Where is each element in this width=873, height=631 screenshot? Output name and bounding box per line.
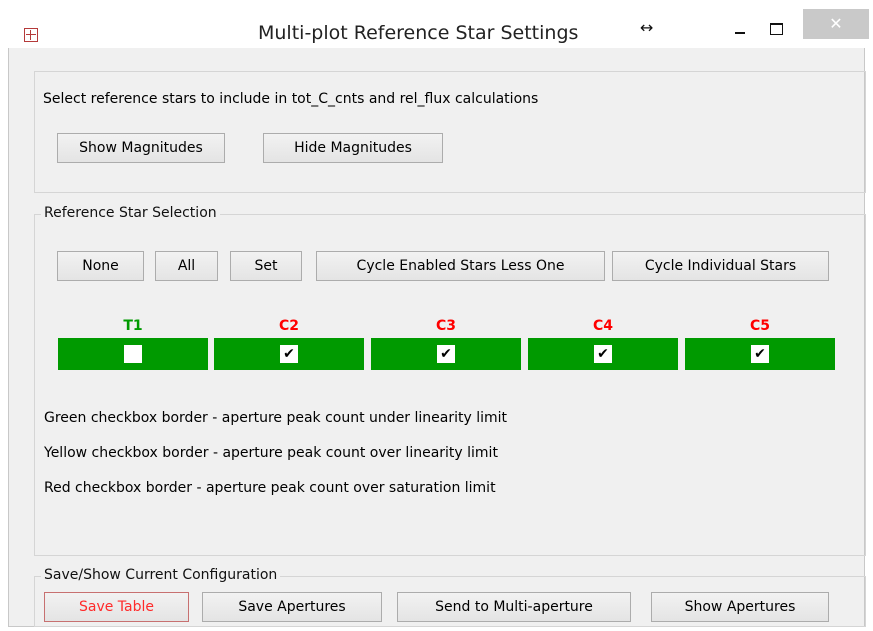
star-cell-c5: ✔ bbox=[685, 338, 835, 370]
instruction-text: Select reference stars to include in tot… bbox=[43, 91, 539, 107]
star-label-c3: C3 bbox=[435, 318, 456, 334]
show-magnitudes-button[interactable]: Show Magnitudes bbox=[57, 133, 225, 163]
star-label-c4: C4 bbox=[592, 318, 613, 334]
star-cell-c4: ✔ bbox=[528, 338, 678, 370]
close-icon: ✕ bbox=[829, 14, 843, 33]
legend-note-yellow: Yellow checkbox border - aperture peak c… bbox=[44, 445, 498, 461]
reference-star-selection-panel: Reference Star Selection None All Set Cy… bbox=[34, 205, 866, 556]
star-cell-c2: ✔ bbox=[214, 338, 364, 370]
all-button[interactable]: All bbox=[155, 251, 218, 281]
minimize-icon bbox=[735, 32, 745, 34]
star-checkbox-c3[interactable]: ✔ bbox=[437, 345, 455, 363]
minimize-button[interactable] bbox=[720, 14, 758, 44]
star-checkbox-c2[interactable]: ✔ bbox=[280, 345, 298, 363]
save-apertures-button[interactable]: Save Apertures bbox=[202, 592, 382, 622]
star-checkbox-t1[interactable] bbox=[124, 345, 142, 363]
legend-note-green: Green checkbox border - aperture peak co… bbox=[44, 410, 508, 426]
maximize-button[interactable] bbox=[757, 14, 797, 44]
maximize-icon bbox=[770, 23, 783, 35]
save-panel-legend: Save/Show Current Configuration bbox=[41, 567, 281, 583]
save-table-button[interactable]: Save Table bbox=[44, 592, 189, 622]
star-cell-c3: ✔ bbox=[371, 338, 521, 370]
save-show-configuration-panel: Save/Show Current Configuration Save Tab… bbox=[34, 567, 866, 627]
title-bar[interactable]: Multi-plot Reference Star Settings ↔ ✕ bbox=[0, 0, 873, 48]
star-label-t1: T1 bbox=[123, 318, 143, 334]
dialog-body: Select reference stars to include in tot… bbox=[8, 48, 866, 627]
show-apertures-button[interactable]: Show Apertures bbox=[651, 592, 829, 622]
horizontal-resize-icon: ↔ bbox=[640, 18, 654, 37]
window-title: Multi-plot Reference Star Settings bbox=[258, 22, 579, 44]
plot-app-icon bbox=[24, 28, 38, 42]
send-to-multi-aperture-button[interactable]: Send to Multi-aperture bbox=[397, 592, 631, 622]
hide-magnitudes-button[interactable]: Hide Magnitudes bbox=[263, 133, 443, 163]
close-button[interactable]: ✕ bbox=[803, 9, 869, 39]
selection-panel-legend: Reference Star Selection bbox=[41, 205, 220, 221]
star-checkbox-c4[interactable]: ✔ bbox=[594, 345, 612, 363]
star-cell-t1 bbox=[58, 338, 208, 370]
set-button[interactable]: Set bbox=[230, 251, 302, 281]
star-label-c2: C2 bbox=[278, 318, 299, 334]
magnitudes-panel: Select reference stars to include in tot… bbox=[34, 71, 866, 193]
legend-note-red: Red checkbox border - aperture peak coun… bbox=[44, 480, 496, 496]
cycle-individual-stars-button[interactable]: Cycle Individual Stars bbox=[612, 251, 829, 281]
star-label-c5: C5 bbox=[749, 318, 770, 334]
cycle-enabled-stars-button[interactable]: Cycle Enabled Stars Less One bbox=[316, 251, 605, 281]
star-checkbox-c5[interactable]: ✔ bbox=[751, 345, 769, 363]
none-button[interactable]: None bbox=[57, 251, 144, 281]
